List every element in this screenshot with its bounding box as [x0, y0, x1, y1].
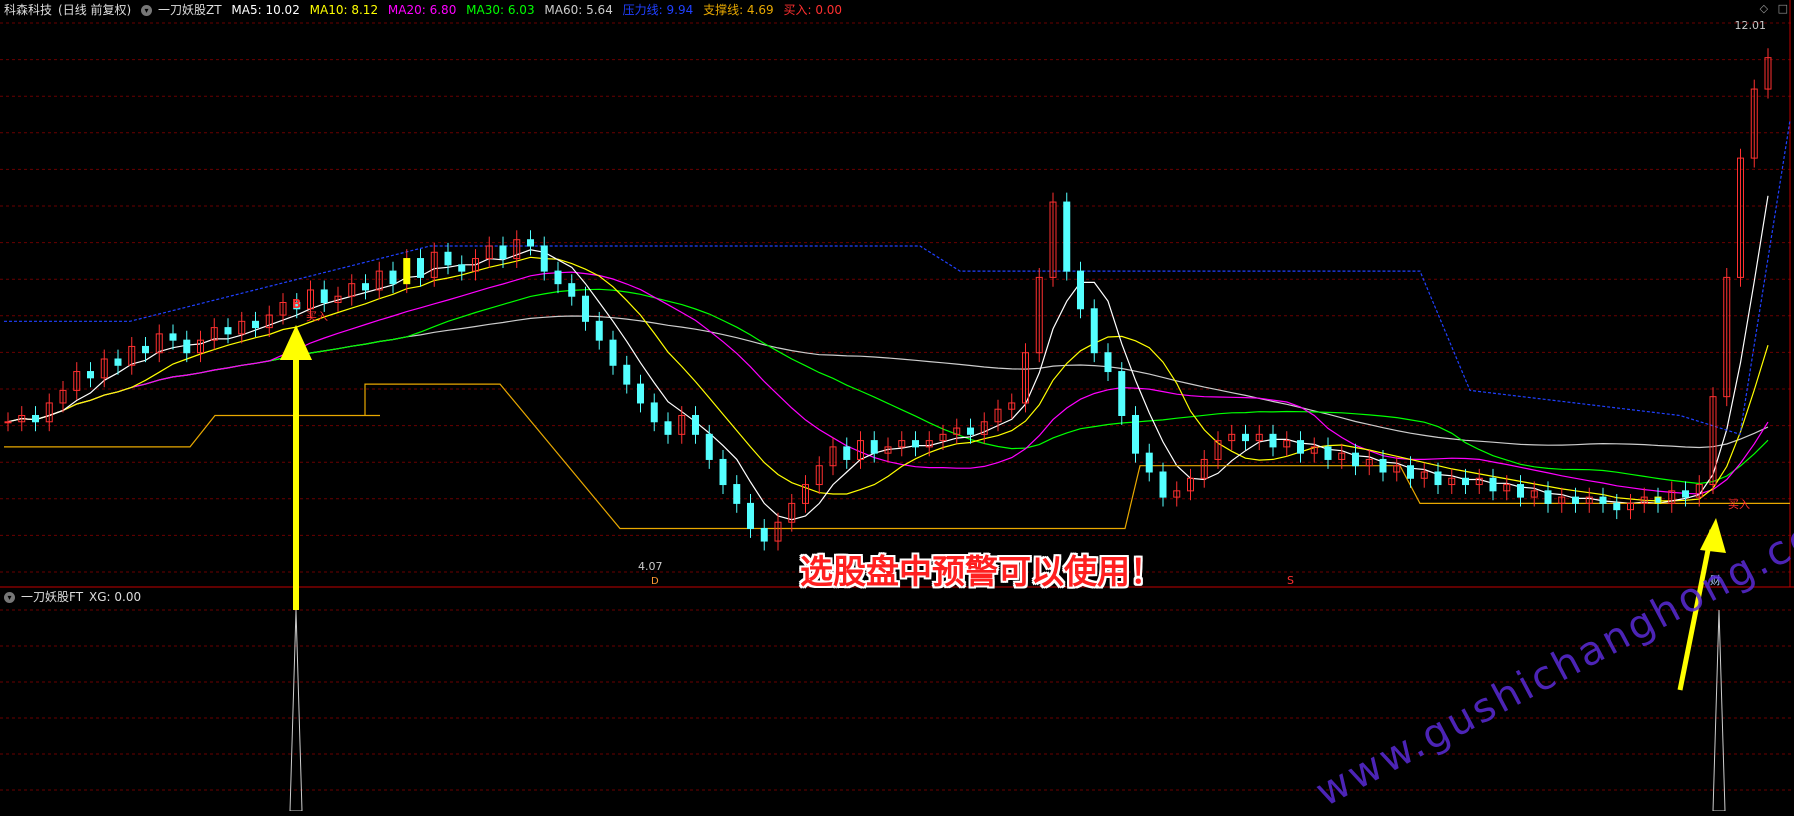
candle [1132, 415, 1139, 454]
candle [87, 371, 94, 379]
candle [540, 245, 548, 272]
candle [967, 427, 974, 435]
candle [1297, 440, 1304, 454]
candle [733, 484, 741, 504]
candle [843, 446, 851, 460]
candle [705, 433, 713, 460]
candle [1489, 477, 1497, 492]
candle [582, 295, 589, 322]
candle [458, 264, 466, 272]
candle [1599, 496, 1607, 504]
candle [650, 402, 658, 423]
candle [320, 289, 328, 304]
candle [747, 502, 754, 529]
candle [169, 333, 177, 341]
candle [760, 528, 768, 542]
candle [1077, 270, 1084, 310]
candle [1462, 477, 1469, 486]
candle [252, 320, 259, 329]
candle [1145, 452, 1153, 473]
d-marker: D [651, 576, 659, 587]
buy-mark-label: 买入 [306, 310, 328, 323]
banner-text: 选股盘中预警可以使用！ [800, 552, 1163, 591]
candle [1654, 496, 1662, 504]
candle [114, 358, 122, 366]
candle [1063, 201, 1071, 272]
candle [870, 440, 878, 454]
candle [32, 415, 39, 423]
candle [4, 421, 12, 424]
candle [389, 270, 397, 285]
candle [183, 339, 191, 354]
candle [1242, 433, 1249, 442]
candle [692, 415, 699, 435]
candles [4, 48, 1772, 551]
ma60-line [7, 315, 1769, 449]
candle [1682, 490, 1689, 498]
signal-spike-2 [1712, 609, 1726, 811]
candle [912, 440, 919, 448]
candle [568, 283, 576, 297]
arrow-head [280, 325, 312, 360]
candle [623, 364, 631, 385]
candle [1572, 496, 1579, 504]
candle [417, 258, 424, 278]
candle [1269, 433, 1277, 448]
candle [637, 383, 644, 404]
candle [1517, 484, 1524, 498]
candle [444, 251, 452, 266]
candle [1434, 471, 1442, 486]
candle [1407, 465, 1414, 479]
candle [403, 258, 411, 285]
pressure-line [4, 120, 1791, 436]
candle [1379, 458, 1387, 473]
support-line [4, 383, 1790, 530]
low-price-label: 4.07 [638, 560, 663, 573]
candle [554, 270, 562, 285]
candle [609, 339, 617, 366]
candle [664, 421, 672, 435]
candle [1324, 446, 1332, 460]
candle [527, 239, 534, 247]
buy-mark-label-2: 买入 [1728, 498, 1750, 511]
candle [1159, 471, 1167, 498]
candle [1104, 352, 1112, 373]
candle [362, 283, 369, 291]
s-marker: S [1287, 574, 1294, 587]
b-marker: B [292, 297, 301, 311]
candle [1544, 490, 1552, 504]
candle [1613, 502, 1621, 511]
candle [1090, 308, 1098, 354]
candle [142, 345, 149, 354]
candle [499, 245, 507, 260]
candle [595, 320, 603, 341]
candle [719, 458, 727, 486]
candle [1118, 371, 1126, 416]
signal-spike [289, 609, 303, 811]
candle [1352, 452, 1359, 467]
candle [224, 327, 232, 335]
